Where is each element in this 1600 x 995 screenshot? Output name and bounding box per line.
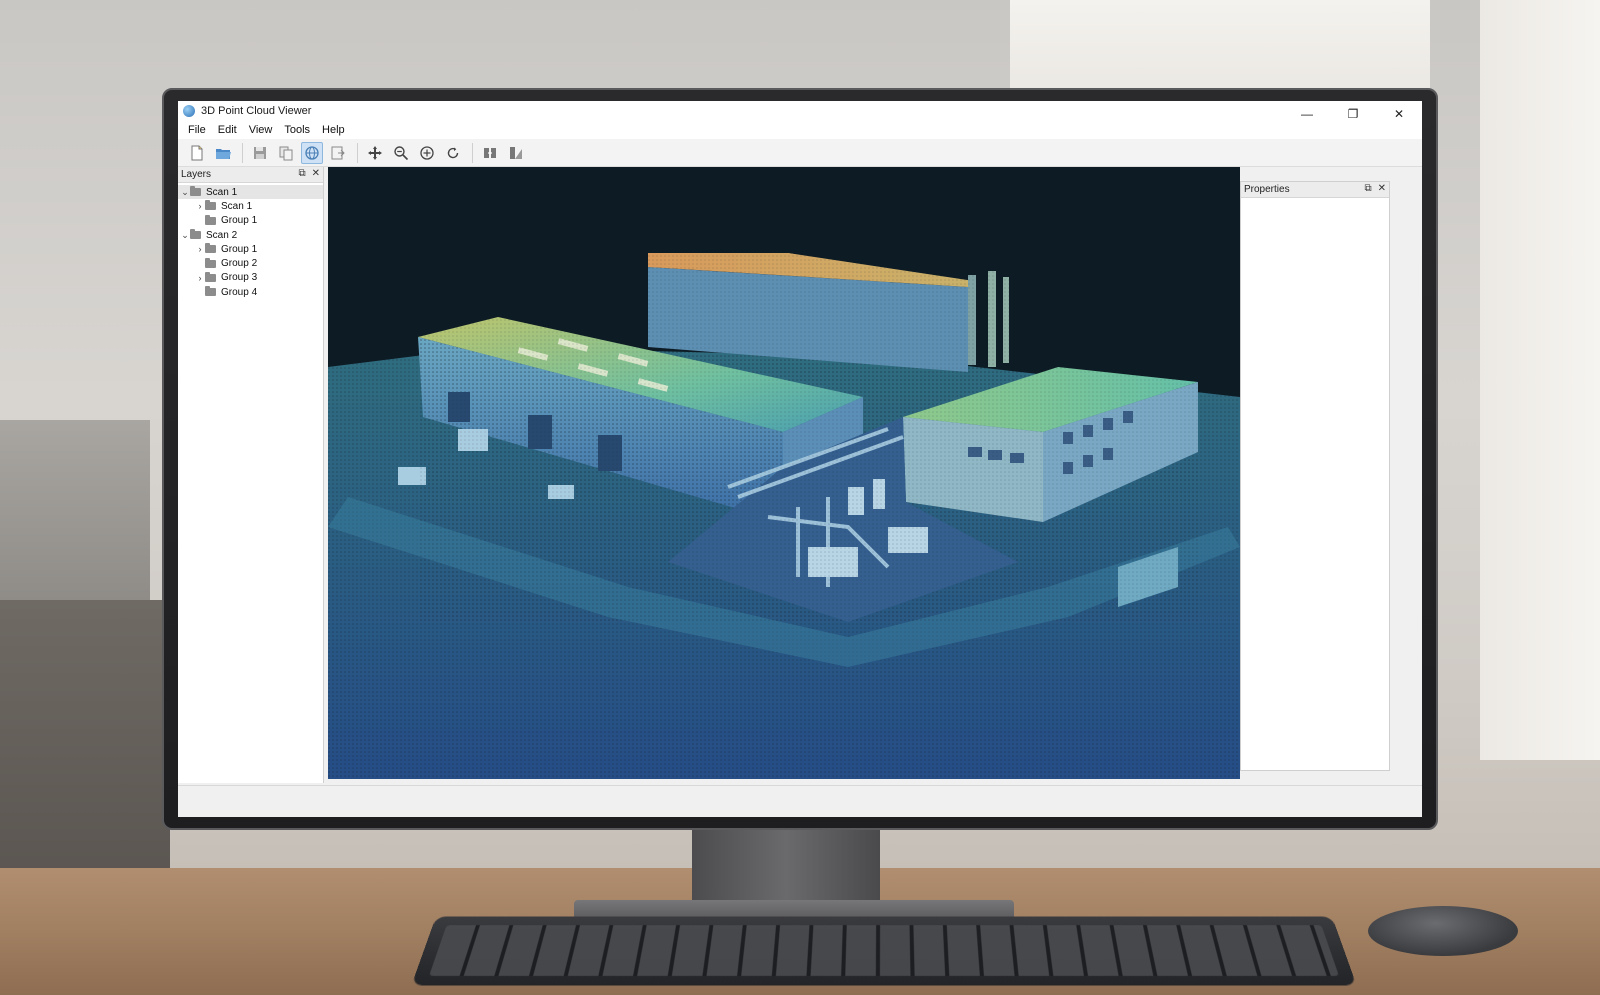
- save-icon: [252, 145, 268, 161]
- copy-button[interactable]: [275, 142, 297, 164]
- pan-move-icon: [367, 145, 383, 161]
- tree-item-label: Group 1: [221, 244, 257, 255]
- measure-icon: [508, 145, 524, 161]
- zoom-out-icon: [393, 145, 409, 161]
- folder-icon: [205, 202, 216, 210]
- background-shelf: [0, 420, 150, 600]
- keyboard: [411, 916, 1356, 985]
- layers-panel-title: Layers: [181, 169, 211, 180]
- app-window: 3D Point Cloud Viewer — ❐ ✕ File Edit Vi…: [178, 101, 1422, 817]
- fit-view-icon: [482, 145, 498, 161]
- window-title: 3D Point Cloud Viewer: [201, 105, 311, 117]
- fit-view-button[interactable]: [479, 142, 501, 164]
- tree-item-scan-1-child[interactable]: › Scan 1: [178, 199, 323, 213]
- tree-item-label: Scan 1: [221, 201, 252, 212]
- pan-move-button[interactable]: [364, 142, 386, 164]
- tree-item-group-1[interactable]: Group 1: [178, 214, 323, 228]
- toolbar-separator: [242, 143, 243, 163]
- keyboard-keys: [429, 925, 1339, 976]
- open-folder-button[interactable]: [212, 142, 234, 164]
- zoom-in-button[interactable]: [416, 142, 438, 164]
- folder-icon: [205, 274, 216, 282]
- close-panel-icon[interactable]: ✕: [312, 168, 320, 179]
- tree-item-group-2[interactable]: Group 2: [178, 256, 323, 270]
- tree-item-scan-1[interactable]: ⌄ Scan 1: [178, 185, 323, 199]
- float-panel-icon[interactable]: ⧉: [298, 168, 305, 179]
- layers-panel: Layers ⧉ ✕ ⌄ Scan 1 › Scan 1 Group 1 ⌄ S…: [178, 167, 324, 783]
- menu-file[interactable]: File: [182, 124, 212, 136]
- chevron-down-icon[interactable]: ⌄: [180, 187, 190, 198]
- layers-panel-header: Layers ⧉ ✕: [178, 167, 323, 183]
- folder-icon: [205, 288, 216, 296]
- copy-icon: [278, 145, 294, 161]
- globe-view-icon: [304, 145, 320, 161]
- layers-tree: ⌄ Scan 1 › Scan 1 Group 1 ⌄ Scan 2 › Gro…: [178, 183, 323, 299]
- status-bar: [178, 785, 1422, 801]
- export-icon: [330, 145, 346, 161]
- properties-panel: Properties ⧉ ✕: [1240, 181, 1390, 771]
- toolbar-separator: [357, 143, 358, 163]
- tree-item-label: Group 4: [221, 287, 257, 298]
- background-window-right: [1480, 0, 1600, 760]
- mouse: [1368, 906, 1518, 956]
- chevron-right-icon[interactable]: ›: [195, 273, 205, 283]
- menu-view[interactable]: View: [243, 124, 279, 136]
- tree-item-group-4[interactable]: Group 4: [178, 285, 323, 299]
- folder-icon: [190, 231, 201, 239]
- export-button[interactable]: [327, 142, 349, 164]
- menu-help[interactable]: Help: [316, 124, 351, 136]
- tree-item-label: Scan 1: [206, 187, 237, 198]
- title-bar[interactable]: 3D Point Cloud Viewer: [178, 101, 1422, 121]
- measure-button[interactable]: [505, 142, 527, 164]
- menu-bar: File Edit View Tools Help: [178, 121, 1422, 139]
- globe-view-button[interactable]: [301, 142, 323, 164]
- tree-item-scan-2[interactable]: ⌄ Scan 2: [178, 228, 323, 242]
- toolbar-separator: [472, 143, 473, 163]
- chevron-right-icon[interactable]: ›: [195, 244, 205, 254]
- menu-tools[interactable]: Tools: [278, 124, 316, 136]
- float-panel-icon[interactable]: ⧉: [1364, 183, 1371, 194]
- zoom-in-icon: [419, 145, 435, 161]
- tree-item-label: Group 3: [221, 272, 257, 283]
- point-cloud-viewport[interactable]: [328, 167, 1240, 779]
- chevron-down-icon[interactable]: ⌄: [180, 230, 190, 241]
- toolbar: [178, 139, 1422, 167]
- tree-item-label: Scan 2: [206, 230, 237, 241]
- tree-item-label: Group 2: [221, 258, 257, 269]
- new-file-icon: [189, 145, 205, 161]
- folder-icon: [190, 188, 201, 196]
- point-cloud-render: [328, 167, 1240, 779]
- folder-icon: [205, 260, 216, 268]
- zoom-out-button[interactable]: [390, 142, 412, 164]
- save-button[interactable]: [249, 142, 271, 164]
- rotate-button[interactable]: [442, 142, 464, 164]
- background-cabinet: [0, 600, 170, 890]
- monitor-stand: [692, 828, 880, 910]
- properties-panel-header: Properties ⧉ ✕: [1241, 182, 1389, 198]
- new-file-button[interactable]: [186, 142, 208, 164]
- properties-panel-title: Properties: [1244, 184, 1290, 195]
- folder-icon: [205, 217, 216, 225]
- rotate-icon: [445, 145, 461, 161]
- open-folder-icon: [215, 145, 231, 161]
- close-panel-icon[interactable]: ✕: [1378, 183, 1386, 194]
- menu-edit[interactable]: Edit: [212, 124, 243, 136]
- tree-item-group-1[interactable]: › Group 1: [178, 242, 323, 256]
- app-logo-icon: [183, 105, 195, 117]
- tree-item-label: Group 1: [221, 215, 257, 226]
- folder-icon: [205, 245, 216, 253]
- tree-item-group-3[interactable]: › Group 3: [178, 271, 323, 285]
- chevron-right-icon[interactable]: ›: [195, 201, 205, 211]
